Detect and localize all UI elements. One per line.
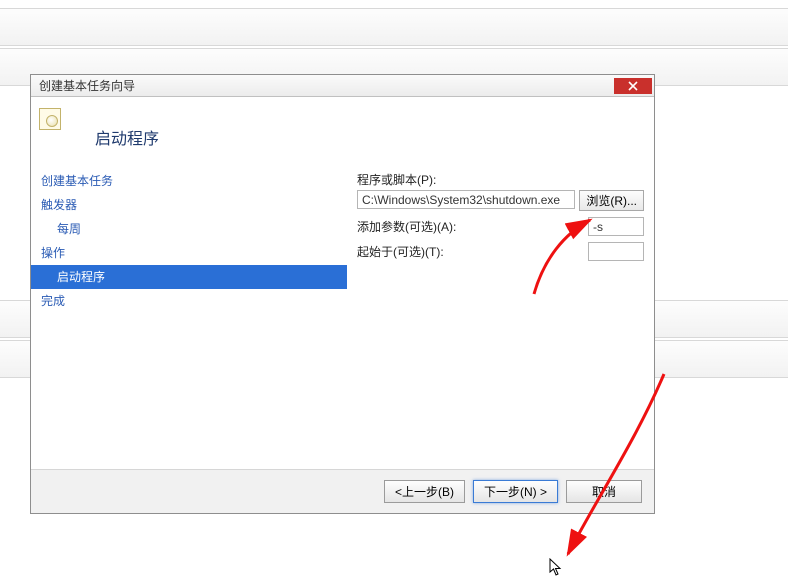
dialog-footer: <上一步(B) 下一步(N) > 取消 [31, 469, 654, 513]
wizard-sidebar: 创建基本任务 触发器 每周 操作 启动程序 完成 [31, 167, 347, 469]
back-button[interactable]: <上一步(B) [384, 480, 465, 503]
sidebar-item-trigger[interactable]: 触发器 [31, 193, 347, 217]
args-input[interactable] [588, 217, 644, 236]
browse-button[interactable]: 浏览(R)... [579, 190, 644, 211]
startin-label: 起始于(可选)(T): [357, 243, 444, 260]
sidebar-item-finish[interactable]: 完成 [31, 289, 347, 313]
titlebar: 创建基本任务向导 [31, 75, 654, 97]
wizard-icon [39, 108, 61, 130]
close-icon [628, 81, 638, 91]
dialog-title: 创建基本任务向导 [39, 77, 135, 94]
wizard-dialog: 创建基本任务向导 启动程序 创建基本任务 触发器 每周 操作 启动程序 完成 程… [30, 74, 655, 514]
close-button[interactable] [614, 78, 652, 94]
page-header: 启动程序 [31, 97, 654, 167]
startin-input[interactable] [588, 242, 644, 261]
page-title: 启动程序 [75, 115, 159, 149]
sidebar-item-weekly[interactable]: 每周 [31, 217, 347, 241]
sidebar-item-start-program[interactable]: 启动程序 [31, 265, 347, 289]
sidebar-item-create-task[interactable]: 创建基本任务 [31, 169, 347, 193]
next-button[interactable]: 下一步(N) > [473, 480, 558, 503]
form-area: 程序或脚本(P): 浏览(R)... 添加参数(可选)(A): 起始于(可选)(… [347, 167, 654, 469]
cursor-icon [549, 558, 563, 579]
program-path-input[interactable] [357, 190, 575, 209]
program-label: 程序或脚本(P): [357, 171, 644, 190]
dialog-body: 创建基本任务 触发器 每周 操作 启动程序 完成 程序或脚本(P): 浏览(R)… [31, 167, 654, 469]
sidebar-item-action[interactable]: 操作 [31, 241, 347, 265]
cancel-button[interactable]: 取消 [566, 480, 642, 503]
bg-band [0, 8, 788, 46]
args-label: 添加参数(可选)(A): [357, 218, 456, 235]
